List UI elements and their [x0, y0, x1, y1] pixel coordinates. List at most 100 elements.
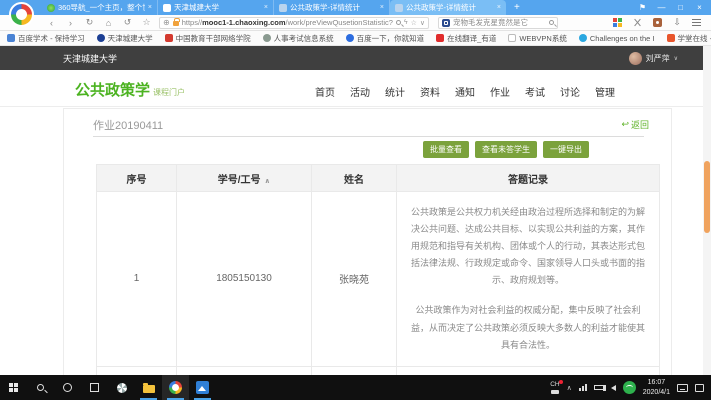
answers-table: 序号 学号/工号∧ 姓名 答题记录 1 1805150130 张晓苑 公共政策是…	[96, 164, 660, 375]
url-text[interactable]: https//mooc1-1.chaoxing.com/work/preView…	[182, 18, 393, 27]
batch-view-button[interactable]: 批量查看	[423, 141, 469, 158]
cortana-button[interactable]	[54, 375, 81, 400]
table-row[interactable]: 2 1805150125 马瑞雪 公共政策是社会公共权威在特定情景中，为达到一定…	[97, 366, 660, 375]
course-portal-link[interactable]: 课程门户	[153, 88, 185, 97]
nav-item-homework[interactable]: 作业	[490, 84, 510, 99]
360-speedball-icon[interactable]	[623, 381, 636, 394]
user-menu[interactable]: 刘严萍 ∨	[629, 52, 678, 65]
media-game-icon[interactable]	[653, 18, 662, 27]
bookmark-item[interactable]: 中国教育干部网络学院	[165, 33, 251, 44]
browser-search-box[interactable]: 宠物毛发克星竟然是它	[438, 17, 558, 29]
new-tab-button[interactable]: +	[506, 0, 528, 15]
bookmark-item[interactable]: 在线翻译_有道	[436, 33, 496, 44]
view-unanswered-button[interactable]: 查看未答学生	[475, 141, 537, 158]
zoom-icon[interactable]	[396, 20, 401, 25]
home-button[interactable]: ⌂	[99, 18, 118, 28]
col-header-no: 序号	[97, 165, 177, 192]
scrollbar-thumb[interactable]	[704, 161, 710, 233]
bookmark-item[interactable]: 学堂在线 - FMGate	[667, 33, 711, 44]
url-dropdown-icon[interactable]: ∨	[420, 19, 425, 27]
bookmark-favicon-icon	[346, 34, 354, 42]
avatar[interactable]	[629, 52, 642, 65]
search-suggestion-text[interactable]: 宠物毛发克星竟然是它	[453, 17, 546, 28]
speed-mode-icon[interactable]: ϟ	[404, 19, 408, 26]
bookmark-item[interactable]: WEBVPN系统	[508, 33, 567, 44]
address-bar[interactable]: ⊕ https//mooc1-1.chaoxing.com/work/preVi…	[159, 17, 429, 29]
maximize-button[interactable]: □	[671, 0, 690, 15]
learning-app-button[interactable]	[189, 375, 216, 400]
file-explorer-button[interactable]	[135, 375, 162, 400]
nav-item-discussion[interactable]: 讨论	[560, 84, 580, 99]
tray-expand-icon[interactable]: ∧	[567, 384, 572, 392]
bookmark-item[interactable]: 百度一下，你就知道	[346, 33, 425, 44]
taskbar-clock[interactable]: 16:072020/4/1	[643, 378, 670, 397]
sort-asc-icon[interactable]: ∧	[265, 178, 271, 185]
restore-session-button[interactable]: ↺	[118, 17, 137, 28]
tab-close-icon[interactable]: ×	[264, 4, 268, 11]
bookmark-favicon-icon	[508, 34, 516, 42]
table-row[interactable]: 1 1805150130 张晓苑 公共政策是公共权力机关经由政治过程所选择和制定…	[97, 192, 660, 367]
course-nav: 首页 活动 统计 资料 通知 作业 考试 讨论 管理	[315, 84, 615, 99]
download-icon[interactable]: ⇩	[673, 17, 681, 28]
bookmark-item[interactable]: Challenges on the I	[579, 34, 655, 43]
tab-close-icon[interactable]: ×	[148, 4, 152, 11]
browser-tab-360nav[interactable]: 360导航_一个主页，整个世界 ×	[42, 0, 158, 15]
apps-grid-icon[interactable]	[613, 18, 622, 27]
bookmark-item[interactable]: 百度学术 - 保持学习	[7, 33, 85, 44]
action-center-icon[interactable]	[695, 384, 704, 392]
answer-text: 公共政策作为对社会利益的权威分配，集中反映了社会利益，从而决定了公共政策必须反映…	[407, 302, 649, 353]
page-scrollbar[interactable]	[703, 46, 711, 375]
start-button[interactable]	[0, 375, 27, 400]
browser-tab-statistic-2-active[interactable]: 公共政策学-详情统计 ×	[390, 0, 506, 15]
bookmark-item[interactable]: 天津城建大学	[97, 33, 153, 44]
bookmark-favicon-icon	[263, 34, 271, 42]
bookmarks-bar: 百度学术 - 保持学习 天津城建大学 中国教育干部网络学院 人事考试信息系统 百…	[0, 31, 711, 46]
nav-item-materials[interactable]: 资料	[420, 84, 440, 99]
col-header-student-id[interactable]: 学号/工号∧	[177, 165, 312, 192]
bookmark-favicon-icon	[97, 34, 105, 42]
network-signal-icon[interactable]	[579, 384, 587, 391]
back-link[interactable]: ↩ 返回	[621, 118, 649, 131]
search-icon[interactable]	[549, 20, 554, 25]
browser-tab-strip: 360导航_一个主页，整个世界 × 天津城建大学 × 公共政策学-详情统计 × …	[0, 0, 711, 15]
bookmark-star-icon[interactable]: ☆	[411, 19, 417, 27]
site-info-icon[interactable]: ⊕	[163, 18, 170, 27]
skin-flag-icon[interactable]: ⚑	[633, 0, 652, 15]
time: 16:07	[648, 378, 666, 387]
nav-item-statistics[interactable]: 统计	[385, 84, 405, 99]
nav-item-home[interactable]: 首页	[315, 84, 335, 99]
windows-taskbar: CH ∧ 16:072020/4/1	[0, 375, 711, 400]
nav-item-activity[interactable]: 活动	[350, 84, 370, 99]
system-tray: CH ∧ 16:072020/4/1	[550, 378, 711, 397]
refresh-button[interactable]: ↻	[80, 17, 99, 28]
minimize-button[interactable]: —	[652, 0, 671, 15]
browser-tab-statistic-1[interactable]: 公共政策学-详情统计 ×	[274, 0, 390, 15]
cell-name: 马瑞雪	[312, 366, 397, 375]
forward-button[interactable]: ›	[61, 18, 80, 28]
user-caret-icon: ∨	[674, 55, 678, 62]
360-browser-logo-icon[interactable]	[9, 2, 34, 27]
browser-tab-university[interactable]: 天津城建大学 ×	[158, 0, 274, 15]
doc-favicon-icon	[395, 4, 403, 12]
close-window-button[interactable]: ×	[690, 0, 709, 15]
homework-title: 作业20190411	[93, 117, 163, 133]
bookmark-item[interactable]: 人事考试信息系统	[263, 33, 334, 44]
nav-item-exam[interactable]: 考试	[525, 84, 545, 99]
back-button[interactable]: ‹	[42, 18, 61, 28]
browser-toolbar: ‹ › ↻ ⌂ ↺ ☆ ⊕ https//mooc1-1.chaoxing.co…	[0, 15, 711, 31]
nav-item-manage[interactable]: 管理	[595, 84, 615, 99]
menu-icon[interactable]	[692, 19, 701, 26]
touch-keyboard-icon[interactable]	[677, 384, 688, 392]
360-security-button[interactable]	[108, 375, 135, 400]
taskbar-search-button[interactable]	[27, 375, 54, 400]
favorites-star-button[interactable]: ☆	[137, 17, 156, 28]
nav-item-notice[interactable]: 通知	[455, 84, 475, 99]
tab-close-icon[interactable]: ×	[380, 4, 384, 11]
360-browser-taskbar-button[interactable]	[162, 375, 189, 400]
export-button[interactable]: 一键导出	[543, 141, 589, 158]
speaker-icon[interactable]	[611, 385, 616, 391]
task-view-button[interactable]	[81, 375, 108, 400]
screenshot-scissors-icon[interactable]	[633, 18, 642, 27]
tab-close-icon[interactable]: ×	[497, 4, 501, 11]
language-indicator[interactable]: CH	[550, 381, 559, 393]
